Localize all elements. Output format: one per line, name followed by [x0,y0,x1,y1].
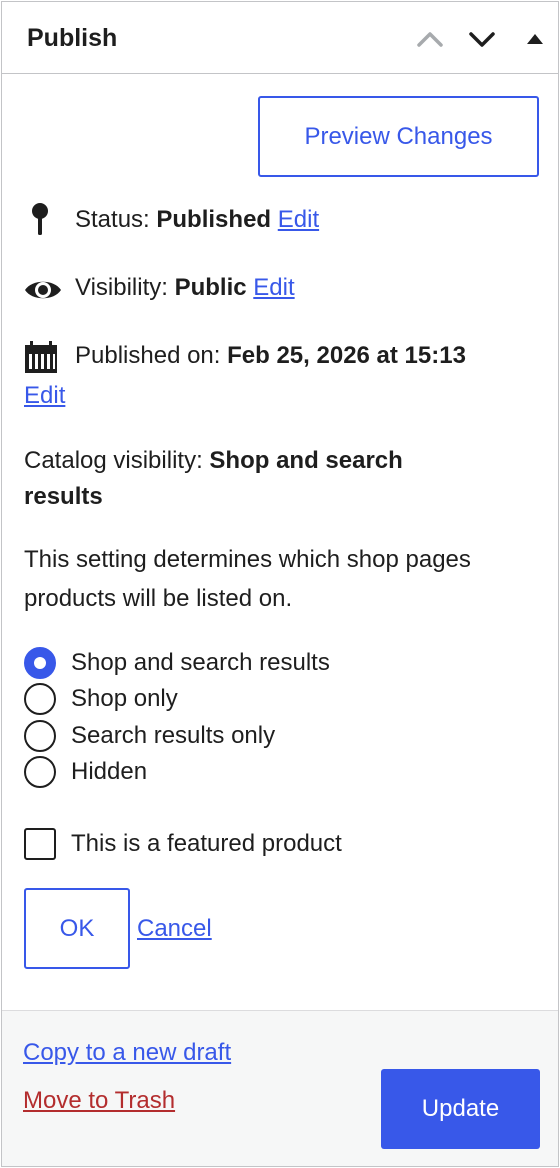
status-row: Status: Published Edit [75,202,319,238]
publish-panel: Publish Preview Changes Status: Publishe… [1,1,559,1167]
featured-product-label[interactable]: This is a featured product [71,826,342,862]
status-edit-link[interactable]: Edit [278,206,319,233]
radio-label: Hidden [71,758,148,785]
published-on-value: Feb 25, 2026 at 15:13 [227,342,466,369]
visibility-value: Public [174,274,247,301]
panel-title: Publish [27,24,118,52]
radio-label: Shop only [71,685,178,712]
preview-changes-button[interactable]: Preview Changes [258,96,539,177]
radio-label: Shop and search results [71,649,330,676]
radio-option-search-only[interactable]: Search results only [24,719,275,753]
published-on-edit-link[interactable]: Edit [24,382,65,409]
radio-label: Search results only [71,722,276,749]
radio-option-shop-only[interactable]: Shop only [24,682,178,716]
catalog-visibility-row: Catalog visibility: Shop and search [24,443,403,479]
pin-icon [30,202,50,243]
radio-option-shop-and-search[interactable]: Shop and search results [24,646,330,680]
featured-product-checkbox[interactable] [24,828,56,860]
triangle-up-icon[interactable] [520,24,550,54]
radio-button[interactable] [24,720,56,752]
published-on-label: Published on: [75,342,221,369]
radio-button[interactable] [24,756,56,788]
catalog-visibility-value-cont: results [24,483,103,510]
catalog-description-cont: products will be listed on. [24,585,293,612]
visibility-edit-link[interactable]: Edit [253,274,294,301]
catalog-visibility-label: Catalog visibility: [24,447,203,474]
radio-button[interactable] [24,647,56,679]
calendar-icon [24,340,58,379]
copy-to-draft-link[interactable]: Copy to a new draft [23,1035,231,1071]
move-to-trash-link[interactable]: Move to Trash [23,1083,175,1119]
chevron-down-icon[interactable] [467,24,497,54]
catalog-visibility-value: Shop and search [209,447,403,474]
radio-option-hidden[interactable]: Hidden [24,755,147,789]
chevron-up-icon[interactable] [415,24,445,54]
status-value: Published [156,206,272,233]
cancel-link[interactable]: Cancel [137,911,212,947]
publish-footer: Copy to a new draft Move to Trash Update [2,1010,558,1166]
visibility-label: Visibility: [75,274,168,301]
radio-button[interactable] [24,683,56,715]
panel-header: Publish [2,2,558,74]
ok-button[interactable]: OK [24,888,130,969]
catalog-description: This setting determines which shop pages [24,546,471,573]
eye-icon [23,277,63,308]
update-button[interactable]: Update [381,1069,540,1149]
status-label: Status: [75,206,150,233]
visibility-row: Visibility: Public Edit [75,270,295,306]
published-on-row: Published on: Feb 25, 2026 at 15:13 [75,338,466,374]
